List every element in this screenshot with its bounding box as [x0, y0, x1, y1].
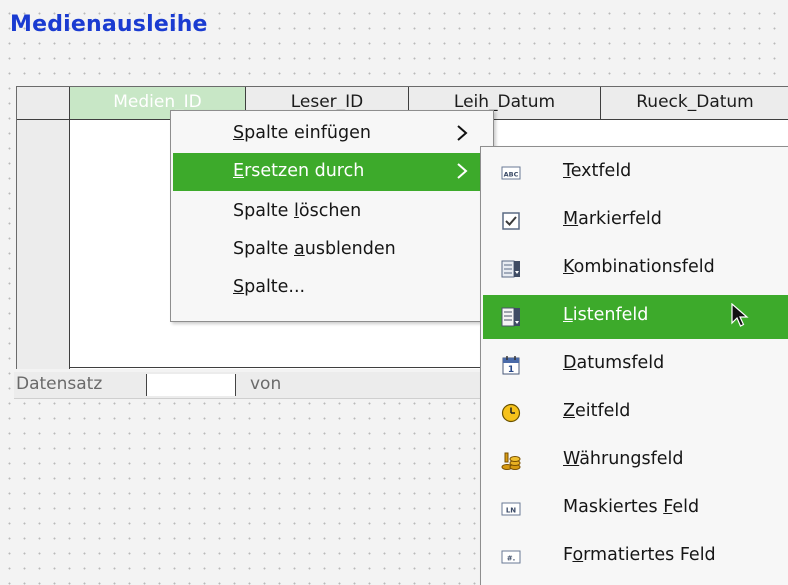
- mouse-pointer-icon: [731, 303, 749, 327]
- record-of-label: von: [250, 374, 282, 394]
- column-context-menu: Spalte einfügen Ersetzen durch Spalte lö…: [170, 110, 494, 322]
- submenu-item-label: Listenfeld: [563, 305, 649, 325]
- combobox-icon: [501, 260, 520, 278]
- menu-item-label: Spalte...: [233, 277, 306, 297]
- menu-item-hide-column[interactable]: Spalte ausblenden: [173, 231, 491, 269]
- calendar-icon: 1: [502, 356, 520, 375]
- menu-item-label: Spalte ausblenden: [233, 239, 396, 259]
- submenu-item-label: Maskiertes Feld: [563, 497, 700, 517]
- row-header-column[interactable]: [17, 120, 70, 369]
- chevron-right-icon: [457, 163, 468, 179]
- submenu-item-datefield[interactable]: 1 Datumsfeld: [483, 343, 788, 387]
- replace-with-submenu: ABC Textfeld Markierfeld Kombinationsfel…: [480, 146, 788, 585]
- submenu-item-label: Kombinationsfeld: [563, 257, 715, 277]
- submenu-item-textfield[interactable]: ABC Textfeld: [483, 151, 788, 195]
- chevron-right-icon: [457, 125, 468, 141]
- svg-text:LN: LN: [506, 507, 516, 515]
- currency-icon: [501, 452, 521, 470]
- menu-item-column-properties[interactable]: Spalte...: [173, 269, 491, 307]
- column-header-rueck-datum[interactable]: Rueck_Datum: [601, 87, 788, 119]
- submenu-item-listbox[interactable]: Listenfeld: [483, 295, 788, 339]
- menu-item-insert-column[interactable]: Spalte einfügen: [173, 115, 491, 153]
- submenu-item-maskedfield[interactable]: LN Maskiertes Feld: [483, 487, 788, 531]
- submenu-item-label: Textfeld: [563, 161, 632, 181]
- textfield-icon: ABC: [501, 166, 521, 180]
- submenu-item-currencyfield[interactable]: Währungsfeld: [483, 439, 788, 483]
- svg-text:ABC: ABC: [504, 171, 519, 179]
- submenu-item-label: Datumsfeld: [563, 353, 665, 373]
- submenu-item-formattedfield[interactable]: #. Formatiertes Feld: [483, 535, 788, 579]
- checkbox-icon: [502, 212, 520, 230]
- record-label: Datensatz: [16, 374, 103, 394]
- form-title: Medienausleihe: [10, 12, 208, 37]
- listbox-icon: [501, 307, 520, 327]
- formatted-field-icon: #.: [501, 550, 521, 564]
- menu-item-delete-column[interactable]: Spalte löschen: [173, 193, 491, 231]
- submenu-item-timefield[interactable]: Zeitfeld: [483, 391, 788, 435]
- submenu-item-label: Markierfeld: [563, 209, 662, 229]
- submenu-item-label: Zeitfeld: [563, 401, 631, 421]
- record-number-input[interactable]: [146, 374, 236, 396]
- clock-icon: [501, 403, 521, 423]
- menu-item-label: Ersetzen durch: [233, 161, 365, 181]
- submenu-item-checkbox[interactable]: Markierfeld: [483, 199, 788, 243]
- submenu-item-label: Formatiertes Feld: [563, 545, 716, 565]
- submenu-item-label: Währungsfeld: [563, 449, 684, 469]
- svg-text:#.: #.: [507, 555, 516, 563]
- menu-item-label: Spalte löschen: [233, 201, 362, 221]
- menu-item-label: Spalte einfügen: [233, 123, 371, 143]
- submenu-item-combobox[interactable]: Kombinationsfeld: [483, 247, 788, 291]
- masked-field-icon: LN: [501, 502, 521, 516]
- corner-cell[interactable]: [17, 87, 70, 119]
- svg-text:1: 1: [508, 365, 514, 375]
- menu-item-replace-with[interactable]: Ersetzen durch: [173, 153, 491, 191]
